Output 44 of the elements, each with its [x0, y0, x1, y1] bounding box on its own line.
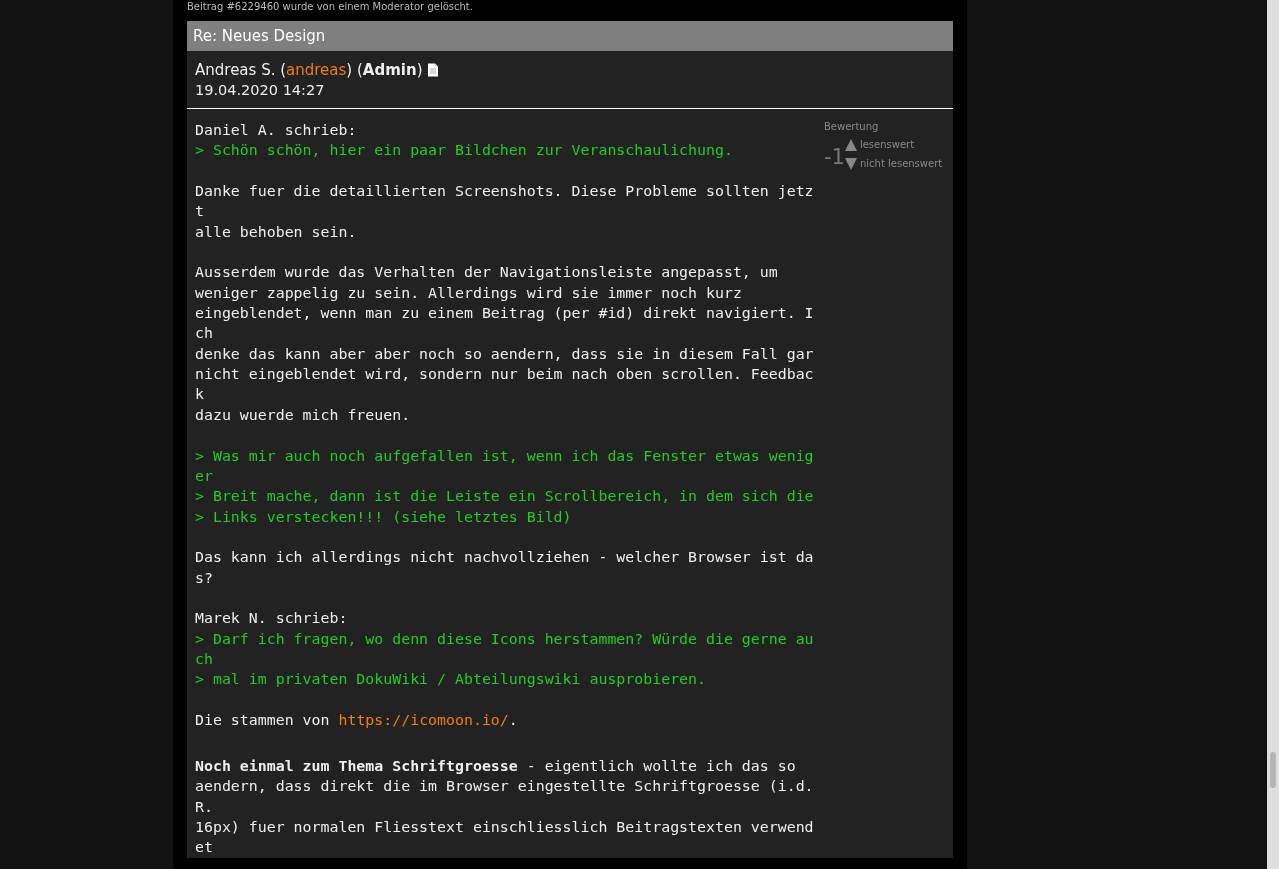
document-icon[interactable]	[427, 63, 440, 77]
post-text-line: weniger zappelig zu sein. Allerdings wird sie immer noch kurz	[195, 282, 742, 304]
post-text-line: nicht eingeblendet wird, sondern nur beim nach oben scrollen. Feedbac	[195, 364, 814, 385]
post-text-line: Daniel A. schrieb:	[195, 120, 357, 141]
quote-line: > Schön schön, hier ein paar Bildchen zur Veranschaulichung.	[195, 140, 733, 161]
url-link[interactable]: https://icomoon.io/	[338, 710, 509, 729]
post-text-line: et	[195, 837, 213, 858]
post-text-line: alle behoben sein.	[195, 221, 357, 243]
up-triangle-icon	[844, 139, 857, 151]
post-text-line: t	[195, 201, 204, 222]
post-text-line: R.	[195, 796, 213, 818]
post-text-line: dazu wuerde mich freuen.	[195, 404, 411, 426]
scrollbar-thumb[interactable]	[1270, 752, 1276, 788]
post-text-line: denke das kann aber aber noch so aendern, dass sie in diesem Fall gar	[195, 343, 814, 365]
rating-label: Bewertung	[824, 121, 880, 133]
post-text-line: eingeblendet, wenn man zu einem Beitrag (per #id) direkt navigiert. I	[195, 303, 814, 324]
post-text-line: s?	[195, 567, 213, 588]
scrollbar[interactable]	[1267, 0, 1279, 869]
quote-line: er	[195, 465, 213, 487]
post-text-line: Ausserdem wurde das Verhalten der Navigationsleiste angepasst, um	[195, 262, 778, 283]
post-text-line: Danke fuer die detaillierten Screenshots. Diese Probleme sollten jetz	[195, 181, 814, 202]
post-text-line: 16px) fuer normalen Fliesstext einschliesslich Beitragstexten verwend	[195, 817, 814, 838]
quote-line: > Was mir auch noch aufgefallen ist, wenn ich das Fenster etwas wenig	[195, 445, 814, 466]
author-line: Andreas S. (andreas) (Admin)	[195, 60, 423, 80]
quote-line: > Darf ich fragen, wo denn diese Icons herstammen? Würde die gerne au	[195, 628, 814, 649]
quote-line: > mal im privaten DokuWiki / Abteilungswiki ausprobieren.	[195, 669, 706, 690]
post-date: 19.04.2020 14:27	[195, 81, 326, 100]
moderator-notice: Beitrag #6229460 wurde von einem Moderator gelöscht.	[187, 0, 474, 14]
post-text-line: Marek N. schrieb:	[195, 608, 348, 629]
post-text-line: Noch einmal zum Thema Schriftgroesse - eigentlich wollte ich das so	[195, 756, 796, 777]
post-text-line: Die stammen von https://icomoon.io/.	[195, 709, 518, 731]
quote-line: ch	[195, 648, 213, 670]
post-text-line: k	[195, 384, 204, 405]
quote-line: > Breit mache, dann ist die Leiste ein Scrollbereich, in dem sich die	[195, 486, 814, 507]
post-text-line: ch	[195, 323, 213, 344]
down-triangle-icon	[844, 158, 857, 170]
rating-score: -1	[824, 144, 845, 169]
post-text-line: aendern, dass direkt die im Browser eingestellte Schriftgroesse (i.d.	[195, 776, 814, 797]
post-title: Re: Neues Design	[187, 21, 953, 51]
upvote-button[interactable]: lesenswert	[844, 139, 943, 151]
quote-line: > Links verstecken!!! (siehe letztes Bild)	[195, 506, 572, 527]
username-link[interactable]: andreas	[286, 61, 347, 79]
post-text-line: Das kann ich allerdings nicht nachvollziehen - welcher Browser ist da	[195, 547, 814, 568]
downvote-button[interactable]: nicht lesenswert	[844, 158, 943, 170]
